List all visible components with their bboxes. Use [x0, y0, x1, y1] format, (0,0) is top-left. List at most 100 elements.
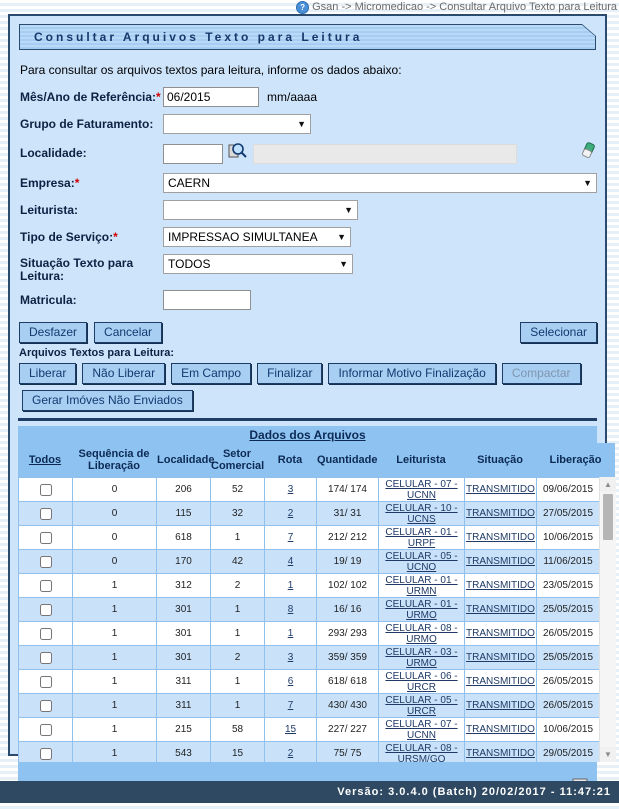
row-checkbox[interactable]: [40, 748, 52, 760]
leiturista-link[interactable]: CELULAR - 08 - URMO: [385, 623, 457, 645]
table-row: 1 301 2 3 359/ 359 CELULAR - 03 - URMO T…: [19, 646, 600, 670]
gerar-imoveis-button[interactable]: Gerar Imóves Não Enviados: [22, 390, 193, 411]
desfazer-button[interactable]: Desfazer: [19, 322, 87, 343]
cell-quantidade: 174/ 174: [317, 478, 379, 502]
col-header-quantidade: Quantidade: [316, 443, 378, 477]
situacao-link[interactable]: TRANSMITIDO: [466, 700, 535, 711]
help-icon[interactable]: ?: [296, 1, 309, 14]
rota-link[interactable]: 15: [285, 724, 296, 735]
row-checkbox[interactable]: [40, 508, 52, 520]
row-checkbox[interactable]: [40, 532, 52, 544]
leiturista-link[interactable]: CELULAR - 01 - URPF: [385, 527, 457, 549]
rota-link[interactable]: 2: [288, 748, 294, 759]
row-checkbox[interactable]: [40, 604, 52, 616]
scroll-up-icon[interactable]: ▲: [600, 477, 616, 492]
situacao-texto-select[interactable]: TODOS ▼: [163, 254, 353, 274]
divider: [18, 418, 597, 421]
row-checkbox[interactable]: [40, 628, 52, 640]
situacao-link[interactable]: TRANSMITIDO: [466, 556, 535, 567]
todos-select-all-link[interactable]: Todos: [29, 454, 61, 466]
situacao-link[interactable]: TRANSMITIDO: [466, 676, 535, 687]
selecionar-button[interactable]: Selecionar: [520, 322, 597, 343]
rota-link[interactable]: 3: [288, 652, 294, 663]
table-row: 1 311 1 7 430/ 430 CELULAR - 05 - URCR T…: [19, 694, 600, 718]
rota-link[interactable]: 1: [288, 580, 294, 591]
leiturista-link[interactable]: CELULAR - 06 - URCR: [385, 671, 457, 693]
leiturista-link[interactable]: CELULAR - 05 - URCR: [385, 695, 457, 717]
informar-motivo-button[interactable]: Informar Motivo Finalização: [328, 363, 495, 384]
empresa-select[interactable]: CAERN ▼: [163, 173, 597, 193]
row-checkbox[interactable]: [40, 724, 52, 736]
chevron-down-icon: ▼: [337, 232, 346, 242]
scroll-down-icon[interactable]: ▼: [600, 747, 616, 762]
empresa-value: CAERN: [168, 176, 210, 190]
spacer: [169, 322, 513, 343]
situacao-link[interactable]: TRANSMITIDO: [466, 652, 535, 663]
rota-link[interactable]: 7: [288, 532, 294, 543]
localidade-description-field: [253, 144, 517, 164]
cell-quantidade: 618/ 618: [317, 670, 379, 694]
localidade-input[interactable]: [163, 144, 223, 164]
matricula-input[interactable]: [163, 290, 251, 310]
row-checkbox[interactable]: [40, 652, 52, 664]
leiturista-link[interactable]: CELULAR - 05 - UCNO: [385, 551, 457, 573]
mes-ano-hint: mm/aaaa: [267, 90, 317, 104]
situacao-link[interactable]: TRANSMITIDO: [466, 508, 535, 519]
table-row: 0 170 42 4 19/ 19 CELULAR - 05 - UCNO TR…: [19, 550, 600, 574]
leiturista-select[interactable]: ▼: [163, 200, 358, 220]
row-checkbox[interactable]: [40, 556, 52, 568]
table-scrollbar[interactable]: ▲ ▼: [599, 477, 616, 762]
situacao-link[interactable]: TRANSMITIDO: [466, 580, 535, 591]
situacao-link[interactable]: TRANSMITIDO: [466, 484, 535, 495]
row-checkbox[interactable]: [40, 484, 52, 496]
page-title: Consultar Arquivos Texto para Leitura: [34, 30, 362, 44]
leiturista-link[interactable]: CELULAR - 08 - URSM/GO: [385, 743, 457, 763]
rota-link[interactable]: 4: [288, 556, 294, 567]
cancelar-button[interactable]: Cancelar: [94, 322, 162, 343]
cell-sequencia: 1: [73, 694, 157, 718]
leiturista-link[interactable]: CELULAR - 01 - URMO: [385, 599, 457, 621]
eraser-icon[interactable]: [579, 141, 597, 166]
leiturista-link[interactable]: CELULAR - 07 - UCNN: [385, 479, 457, 501]
tipo-servico-select[interactable]: IMPRESSAO SIMULTANEA ▼: [163, 227, 351, 247]
situacao-link[interactable]: TRANSMITIDO: [466, 724, 535, 735]
row-checkbox[interactable]: [40, 700, 52, 712]
col-header-leiturista: Leiturista: [378, 443, 464, 477]
table-scroll-viewport: 0 206 52 3 174/ 174 CELULAR - 07 - UCNN …: [18, 477, 599, 762]
situacao-link[interactable]: TRANSMITIDO: [466, 748, 535, 759]
rota-link[interactable]: 6: [288, 676, 294, 687]
rota-link[interactable]: 1: [288, 628, 294, 639]
em-campo-button[interactable]: Em Campo: [171, 363, 251, 384]
tipo-servico-label: Tipo de Serviço:*: [20, 231, 163, 244]
grupo-faturamento-select[interactable]: ▼: [163, 114, 311, 134]
situacao-link[interactable]: TRANSMITIDO: [466, 628, 535, 639]
leiturista-link[interactable]: CELULAR - 10 - UCNS: [385, 503, 457, 525]
table-body: 0 206 52 3 174/ 174 CELULAR - 07 - UCNN …: [19, 478, 600, 763]
search-icon[interactable]: [227, 141, 247, 166]
cell-liberacao: 23/05/2015: [537, 574, 600, 598]
cell-localidade: 311: [157, 670, 211, 694]
required-asterisk: *: [75, 176, 80, 190]
row-checkbox[interactable]: [40, 676, 52, 688]
mes-ano-input[interactable]: [163, 87, 259, 107]
leiturista-link[interactable]: CELULAR - 07 - UCNN: [385, 719, 457, 741]
rota-link[interactable]: 2: [288, 508, 294, 519]
leiturista-link[interactable]: CELULAR - 03 - URMO: [385, 647, 457, 669]
row-checkbox[interactable]: [40, 580, 52, 592]
leiturista-link[interactable]: CELULAR - 01 - URMN: [385, 575, 457, 597]
scrollbar-thumb[interactable]: [603, 494, 613, 540]
field-row-matricula: Matricula:: [20, 290, 597, 310]
rota-link[interactable]: 8: [288, 604, 294, 615]
page-title-bar: Consultar Arquivos Texto para Leitura: [19, 24, 596, 50]
rota-link[interactable]: 3: [288, 484, 294, 495]
finalizar-button[interactable]: Finalizar: [257, 363, 322, 384]
required-asterisk: *: [113, 230, 118, 244]
situacao-link[interactable]: TRANSMITIDO: [466, 604, 535, 615]
situacao-link[interactable]: TRANSMITIDO: [466, 532, 535, 543]
col-header-liberacao: Liberação: [536, 443, 615, 477]
nao-liberar-button[interactable]: Não Liberar: [82, 363, 165, 384]
rota-link[interactable]: 7: [288, 700, 294, 711]
cell-localidade: 312: [157, 574, 211, 598]
liberar-button[interactable]: Liberar: [19, 363, 76, 384]
field-row-tipo-servico: Tipo de Serviço:* IMPRESSAO SIMULTANEA ▼: [20, 227, 597, 247]
